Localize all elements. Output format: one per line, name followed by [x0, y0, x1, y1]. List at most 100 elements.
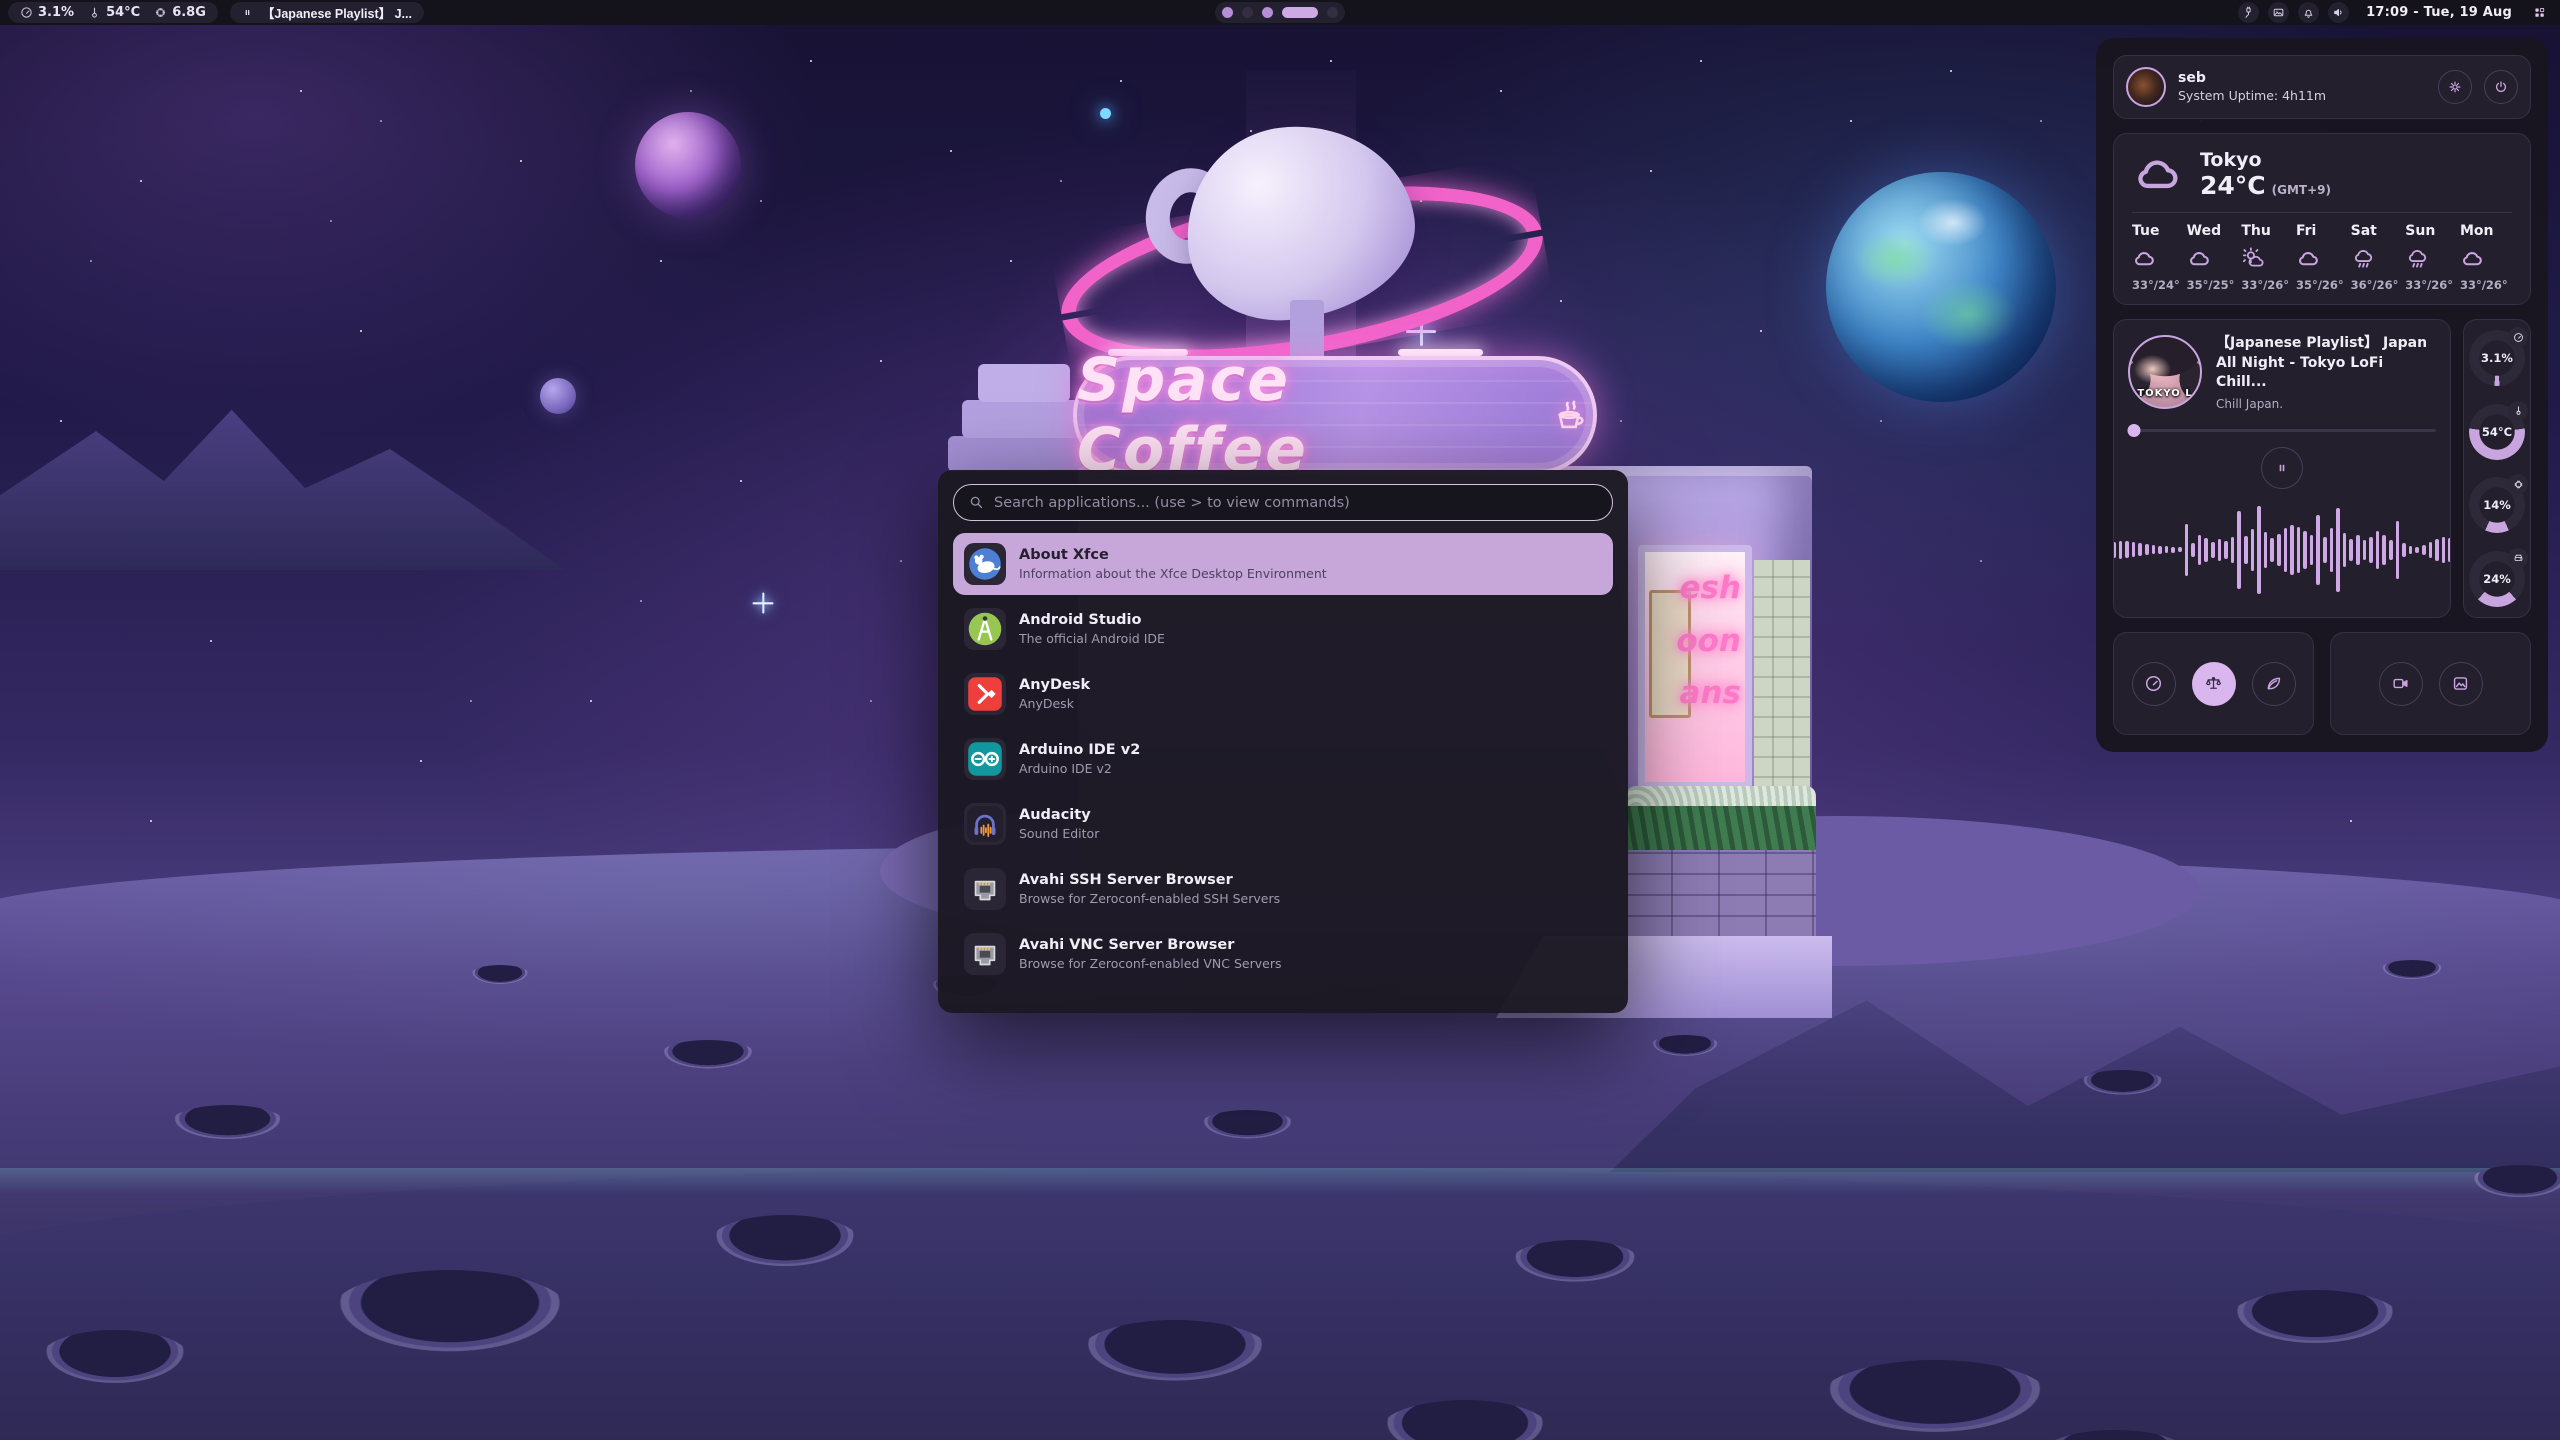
system-stats: 3.1%54°C6.8G: [8, 2, 218, 23]
neon-sign-text: Space Coffee: [1077, 345, 1539, 485]
workspace-dot-1[interactable]: [1222, 7, 1233, 18]
workspace-dot-5[interactable]: [1327, 7, 1338, 18]
pause-icon: [242, 7, 253, 18]
visualizer-bar: [2369, 537, 2373, 563]
workspace-dot-3[interactable]: [1262, 7, 1273, 18]
cloud-icon: [2187, 246, 2212, 271]
seek-bar[interactable]: [2128, 424, 2436, 437]
network-cable-button[interactable]: [2238, 2, 2259, 23]
launcher-item[interactable]: AudacitySound Editor: [953, 793, 1613, 855]
album-art: TOKYO L: [2128, 335, 2202, 409]
visualizer-bar: [2290, 525, 2294, 575]
app-title: AnyDesk: [1019, 677, 1090, 693]
forecast-day: Sat36°/26°: [2351, 223, 2403, 292]
play-pause-button[interactable]: [2261, 447, 2303, 489]
crater: [660, 1040, 756, 1070]
crater: [2230, 1290, 2400, 1346]
cloud-icon: [2460, 246, 2485, 271]
app-texts: AnyDesk AnyDesk: [1019, 677, 1090, 711]
visualizer-bar: [2224, 541, 2228, 559]
launcher-item[interactable]: Avahi SSH Server BrowserBrowse for Zeroc…: [953, 858, 1613, 920]
forecast-day-label: Fri: [2296, 223, 2316, 239]
visualizer-bar: [2343, 533, 2347, 567]
app-texts: AudacitySound Editor: [1019, 807, 1099, 841]
app-icon-anydesk: [964, 673, 1006, 715]
launcher-item[interactable]: Android StudioThe official Android IDE: [953, 598, 1613, 660]
visualizer-bar: [2178, 547, 2182, 552]
visualizer-bar: [2237, 511, 2241, 589]
search-bar[interactable]: [953, 484, 1613, 521]
capture-video-button[interactable]: [2379, 662, 2423, 706]
power-profiles-card: [2113, 632, 2314, 735]
crater: [1080, 1320, 1270, 1384]
visualizer-bar: [2356, 535, 2360, 565]
visualizer-bar: [2402, 543, 2406, 557]
bell-icon: [2302, 6, 2315, 19]
visualizer-bar: [2376, 531, 2380, 569]
thermometer-icon: [88, 6, 101, 19]
forecast-temps: 33°/26°: [2405, 278, 2453, 292]
crater: [40, 1330, 190, 1386]
settings-button[interactable]: [2438, 70, 2472, 104]
profile-speedometer-button[interactable]: [2132, 662, 2176, 706]
apps-grid-icon: [2533, 6, 2546, 19]
capture-image-button[interactable]: [2439, 662, 2483, 706]
app-icon-audacity: [964, 803, 1006, 845]
track-title: 【Japanese Playlist】 Japan All Night - To…: [2216, 334, 2436, 393]
search-input[interactable]: [994, 495, 1597, 511]
crater: [2470, 1165, 2560, 1199]
neon-cup-icon: [1549, 393, 1593, 437]
forecast-day-label: Tue: [2132, 223, 2159, 239]
app-description: AnyDesk: [1019, 696, 1090, 711]
speaker-button[interactable]: [2328, 2, 2349, 23]
wallpaper-button[interactable]: [2268, 2, 2289, 23]
workspace-dot-4[interactable]: [1282, 7, 1318, 18]
forecast-day-label: Wed: [2187, 223, 2221, 239]
bell-button[interactable]: [2298, 2, 2319, 23]
system-uptime: System Uptime: 4h11m: [2178, 88, 2326, 105]
visualizer-bar: [2251, 529, 2255, 571]
visualizer-bar: [2185, 524, 2189, 576]
now-playing-pill[interactable]: 【Japanese Playlist】 J...: [230, 2, 424, 23]
forecast-temps: 33°/26°: [2460, 278, 2508, 292]
visualizer-bar: [2310, 535, 2314, 565]
crater: [1820, 1360, 2050, 1436]
forecast-temps: 35°/26°: [2296, 278, 2344, 292]
app-description: Browse for Zeroconf-enabled VNC Servers: [1019, 956, 1281, 971]
seek-handle[interactable]: [2128, 424, 2141, 437]
launcher-item[interactable]: Arduino IDE v2Arduino IDE v2: [953, 728, 1613, 790]
app-title: Audacity: [1019, 807, 1099, 823]
visualizer-bar: [2442, 537, 2446, 563]
workspace-dot-2[interactable]: [1242, 7, 1253, 18]
launcher-item[interactable]: Avahi VNC Server BrowserBrowse for Zeroc…: [953, 923, 1613, 985]
app-texts: Arduino IDE v2Arduino IDE v2: [1019, 742, 1140, 776]
apps-grid-button[interactable]: [2529, 2, 2550, 23]
chip-icon: [2513, 479, 2524, 490]
app-texts: Avahi SSH Server BrowserBrowse for Zeroc…: [1019, 872, 1280, 906]
visualizer-bar: [2244, 536, 2248, 564]
app-icon-avahi: [964, 868, 1006, 910]
purple-planet: [635, 112, 741, 218]
crater: [1510, 1240, 1640, 1284]
app-description: Arduino IDE v2: [1019, 761, 1140, 776]
visualizer-bar: [2297, 527, 2301, 573]
gauge-thermometer: 54°C: [2469, 404, 2525, 460]
forecast-day: Thu33°/26°: [2241, 223, 2293, 292]
launcher-item[interactable]: AnyDesk AnyDesk: [953, 663, 1613, 725]
profile-leaf-button[interactable]: [2252, 662, 2296, 706]
visualizer-bar: [2145, 544, 2149, 555]
crater: [2380, 960, 2444, 980]
crater: [330, 1270, 570, 1356]
tray-icons: [2238, 2, 2349, 23]
app-icon-avahi: [964, 933, 1006, 975]
top-panel: 3.1%54°C6.8G 【Japanese Playlist】 J... 17…: [0, 0, 2560, 25]
now-playing-label: 【Japanese Playlist】 J...: [262, 3, 412, 22]
launcher-item[interactable]: About XfceInformation about the Xfce Des…: [953, 533, 1613, 595]
user-card: seb System Uptime: 4h11m: [2113, 55, 2531, 119]
stat-thermometer: 54°C: [88, 5, 140, 20]
scales-icon: [2204, 674, 2223, 693]
power-button[interactable]: [2484, 70, 2518, 104]
stat-value: 3.1%: [38, 5, 74, 20]
profile-scales-button[interactable]: [2192, 662, 2236, 706]
clock[interactable]: 17:09 - Tue, 19 Aug: [2358, 5, 2520, 20]
